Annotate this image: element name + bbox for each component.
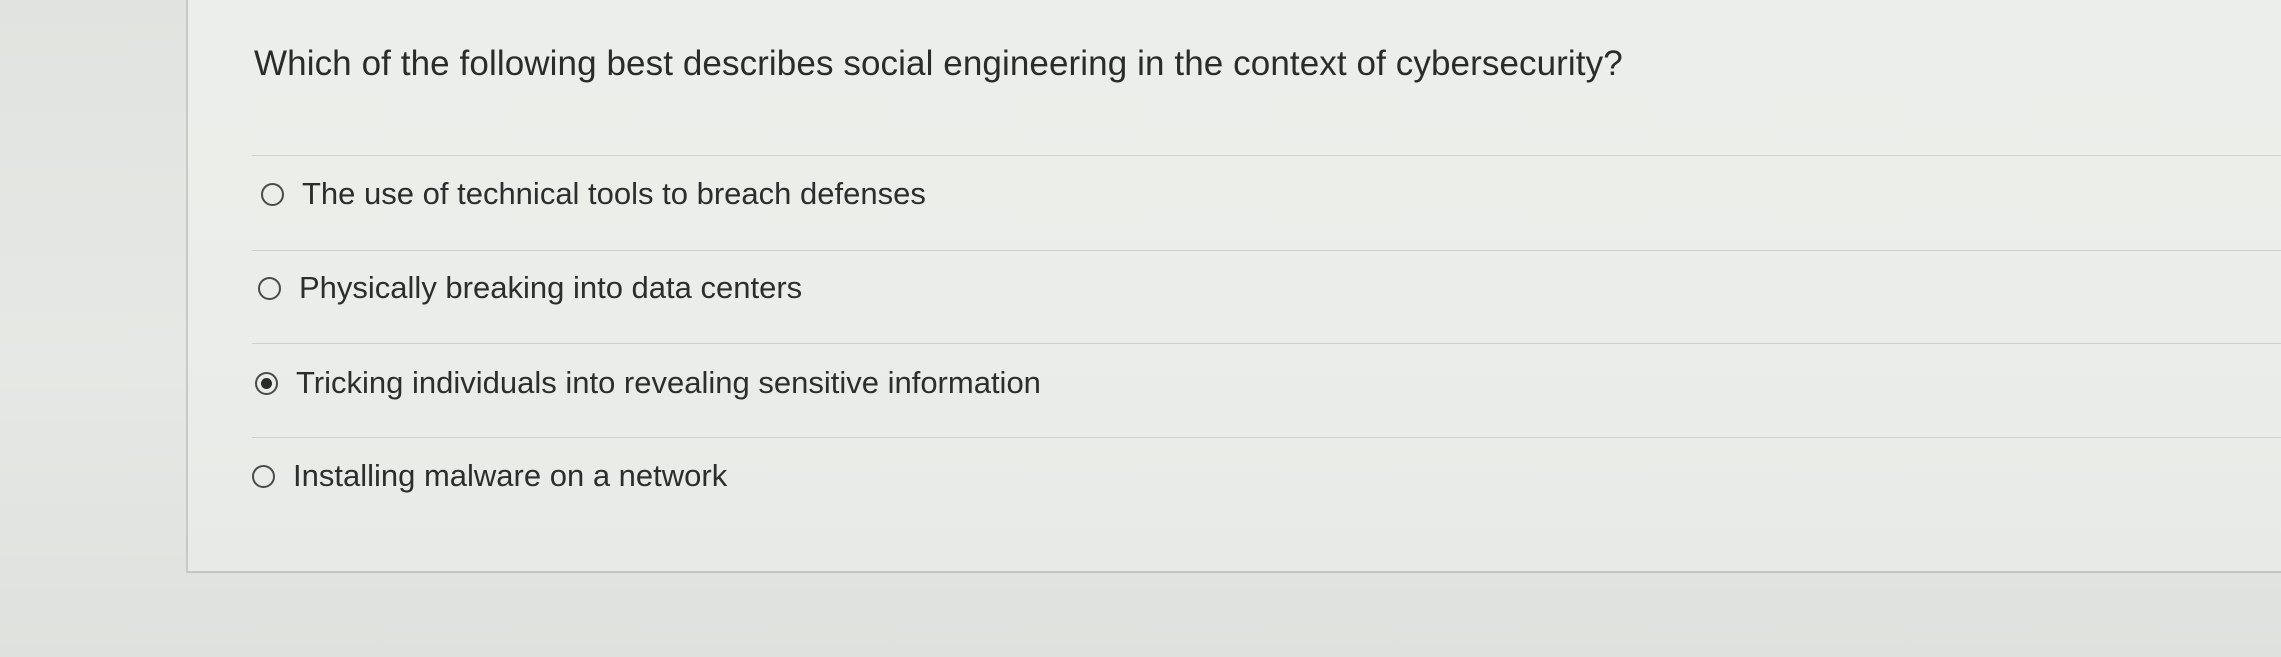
option-tricking-individuals[interactable]: Tricking individuals into revealing sens… xyxy=(255,357,1041,409)
option-label: The use of technical tools to breach def… xyxy=(302,176,926,211)
radio-unselected-icon[interactable] xyxy=(261,182,284,206)
option-label: Tricking individuals into revealing sens… xyxy=(296,365,1041,400)
radio-selected-icon[interactable] xyxy=(255,371,278,395)
divider xyxy=(252,250,2281,251)
option-label: Installing malware on a network xyxy=(293,458,728,493)
radio-dot-icon xyxy=(261,377,272,389)
divider xyxy=(252,155,2281,156)
option-installing-malware[interactable]: Installing malware on a network xyxy=(252,450,727,502)
divider xyxy=(252,343,2281,344)
question-card: Which of the following best describes so… xyxy=(186,0,2281,573)
option-physical-break-in[interactable]: Physically breaking into data centers xyxy=(258,262,802,314)
option-technical-tools[interactable]: The use of technical tools to breach def… xyxy=(261,168,926,220)
radio-unselected-icon[interactable] xyxy=(258,276,281,300)
quiz-page: Which of the following best describes so… xyxy=(0,0,2281,657)
option-label: Physically breaking into data centers xyxy=(299,270,803,305)
question-text: Which of the following best describes so… xyxy=(254,44,1623,83)
radio-unselected-icon[interactable] xyxy=(252,464,275,488)
divider xyxy=(252,437,2281,438)
